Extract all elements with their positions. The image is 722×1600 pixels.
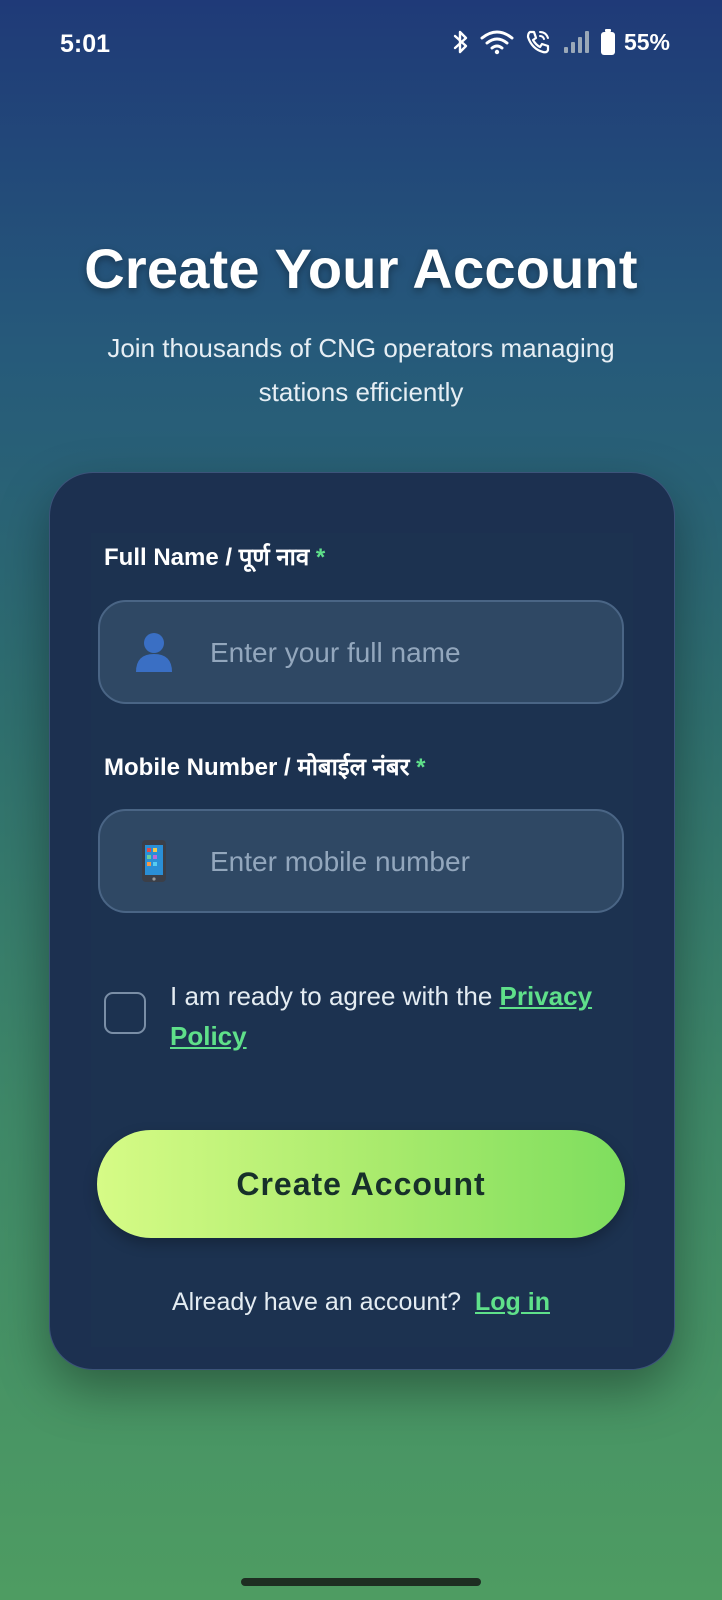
wifi-call-icon [526, 30, 550, 54]
agreement-label: I am ready to agree with the [170, 981, 500, 1011]
bluetooth-icon [453, 30, 468, 54]
mobile-label-text: Mobile Number / मोबाईल नंबर [104, 754, 410, 781]
login-prompt: Already have an account? [172, 1288, 462, 1316]
login-row: Already have an account? Log in [0, 1288, 722, 1317]
wifi-icon [480, 30, 514, 55]
page-title: Create Your Account [84, 237, 638, 300]
status-time: 5:01 [60, 30, 111, 58]
privacy-checkbox[interactable] [104, 992, 146, 1034]
signal-icon [563, 31, 589, 53]
required-mark: * [315, 544, 326, 571]
mobile-field[interactable] [98, 809, 624, 913]
mobile-input[interactable] [208, 811, 602, 913]
page-subtitle: Join thousands of CNG operators managing… [107, 333, 615, 407]
status-icons: 55% [452, 28, 670, 56]
login-link[interactable]: Log in [475, 1288, 550, 1316]
create-account-button[interactable]: Create Account [97, 1130, 625, 1238]
status-bar: 5:01 55% [0, 0, 722, 90]
agreement-text: I am ready to agree with the Privacy Pol… [170, 976, 610, 1056]
battery-percentage: 55% [623, 28, 670, 55]
person-icon [136, 633, 172, 672]
full-name-label-text: Full Name / पूर्ण नाव [104, 544, 310, 571]
battery-icon [600, 29, 615, 55]
full-name-field[interactable] [98, 600, 624, 704]
full-name-label: Full Name / पूर्ण नाव * [104, 540, 325, 573]
full-name-input[interactable] [208, 602, 602, 704]
required-mark: * [416, 754, 426, 781]
gesture-nav-handle[interactable] [241, 1578, 481, 1586]
mobile-phone-icon [142, 840, 166, 882]
mobile-label: Mobile Number / मोबाईल नंबर * [104, 750, 425, 783]
